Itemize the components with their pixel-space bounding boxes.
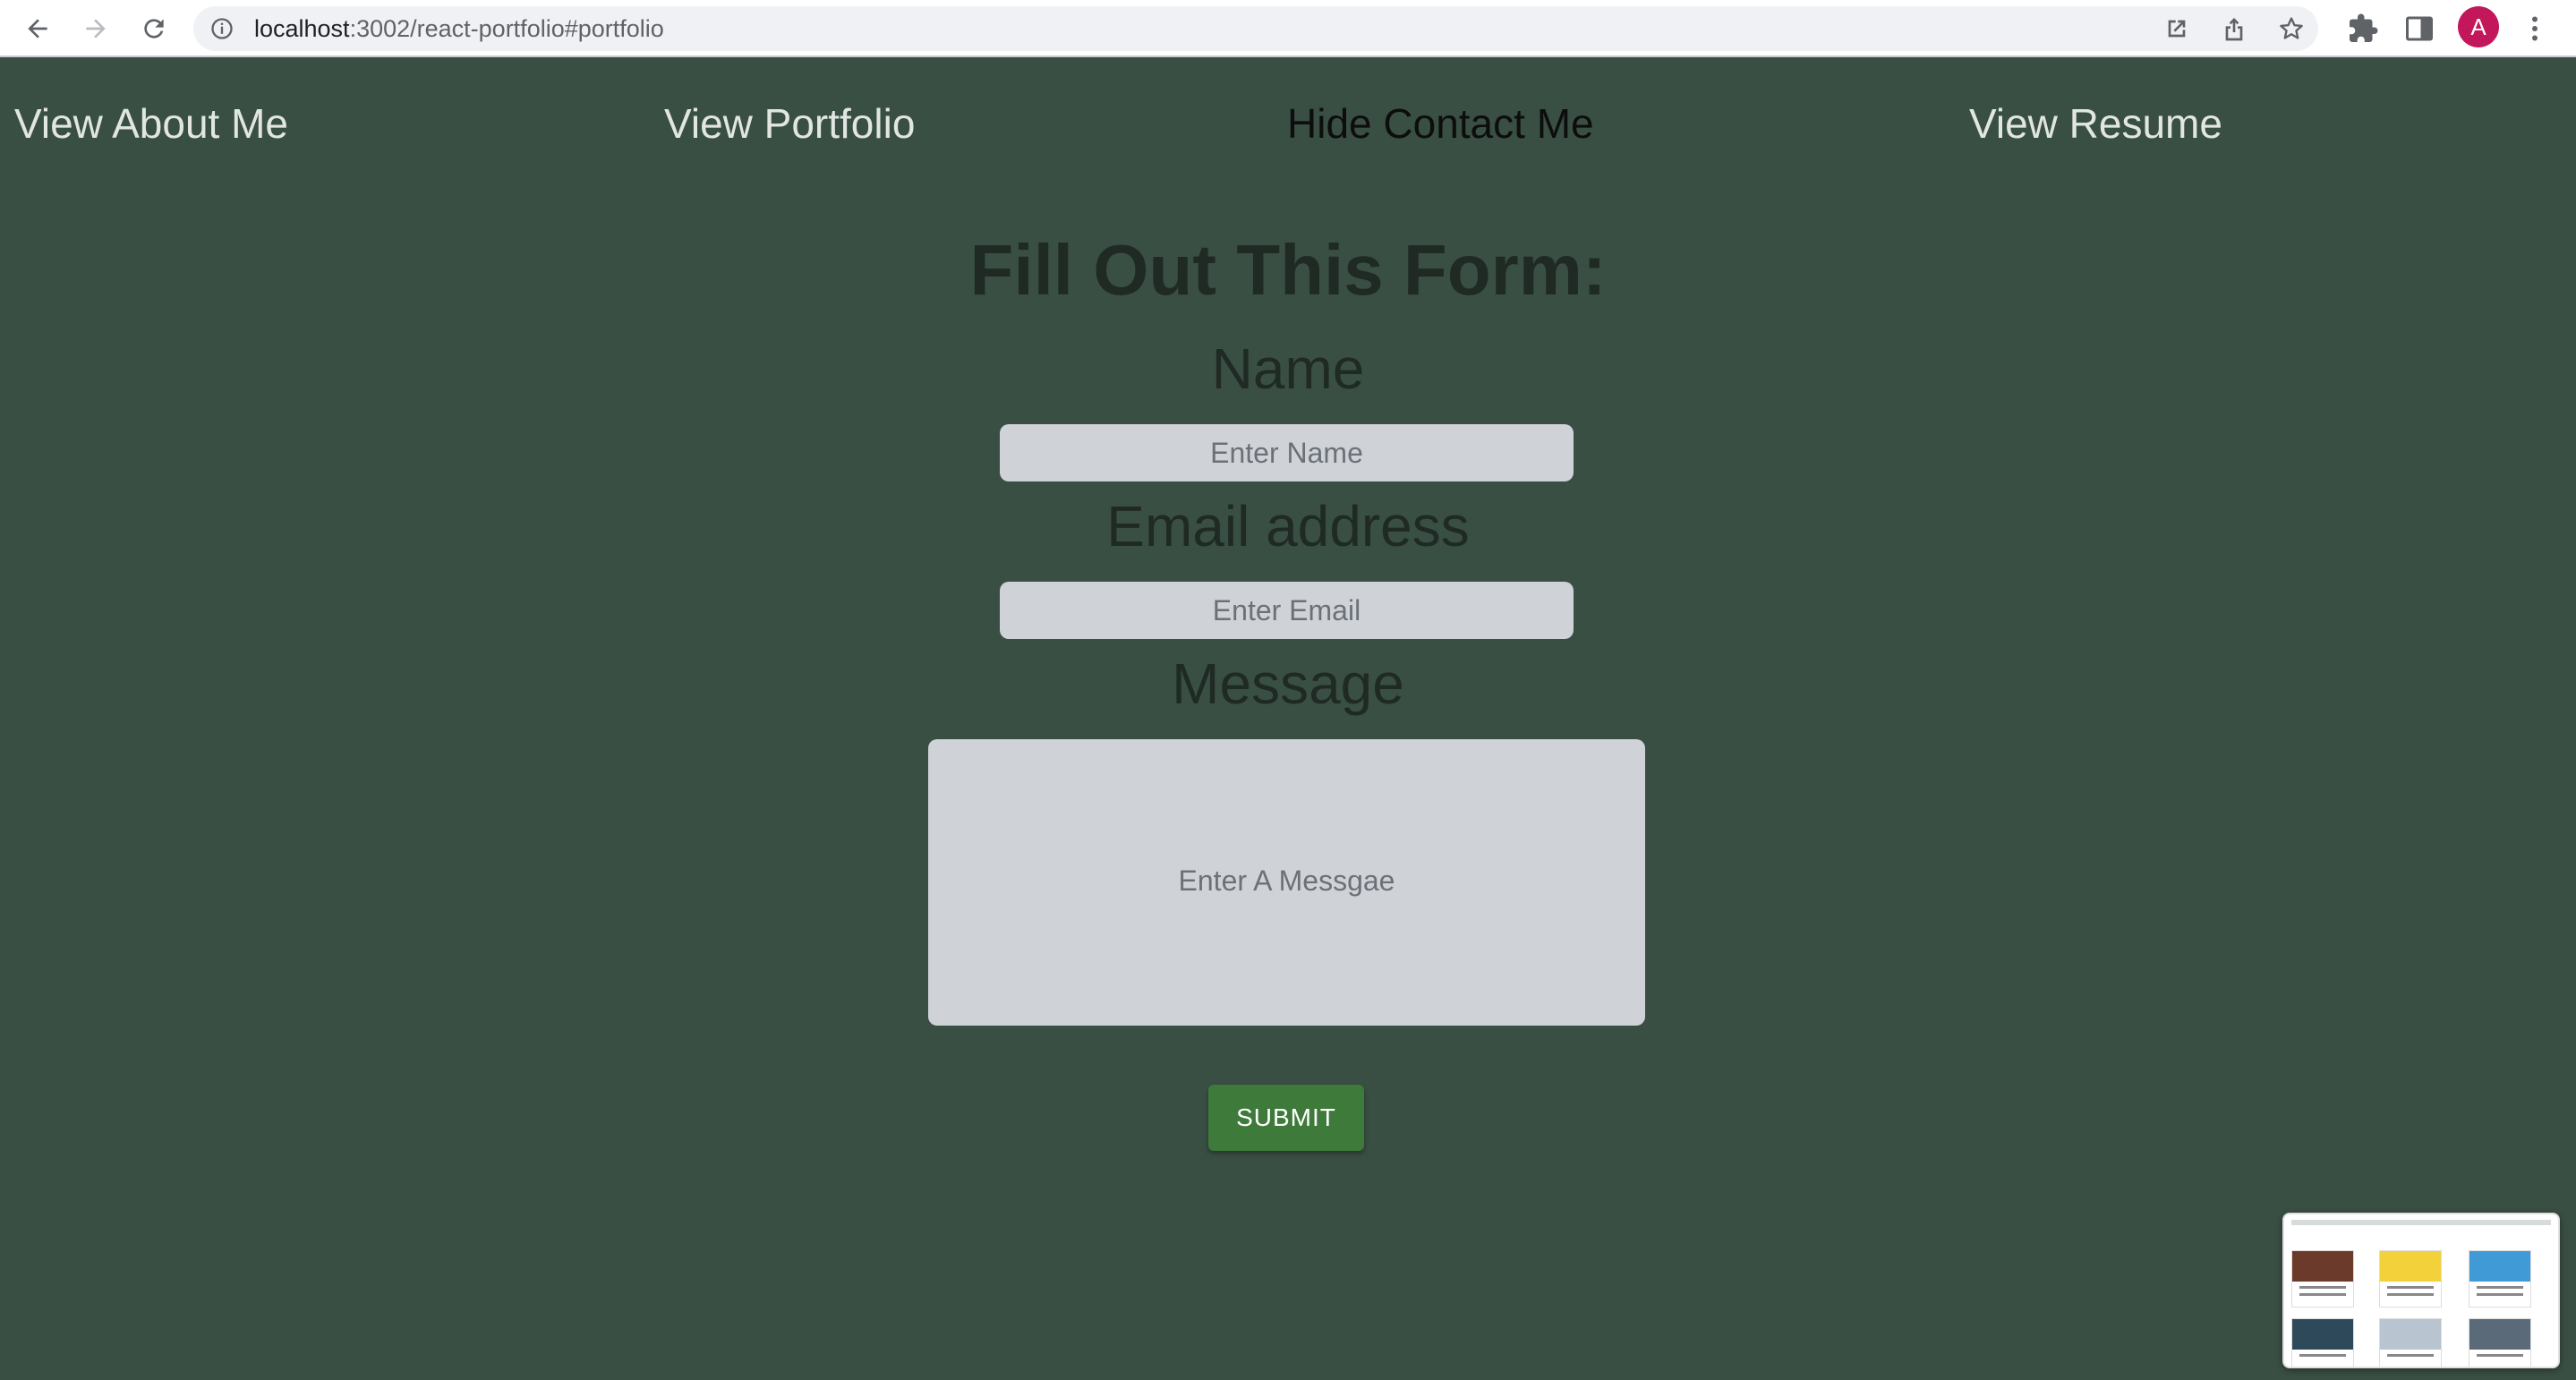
back-button[interactable] xyxy=(18,9,57,48)
sidebar-panel-icon[interactable] xyxy=(2403,13,2435,45)
thumbnail-card xyxy=(2469,1250,2531,1308)
name-label: Name xyxy=(1211,336,1365,401)
puzzle-extension-icon[interactable] xyxy=(2347,13,2379,45)
open-in-new-icon[interactable] xyxy=(2162,14,2191,43)
thumbnail-card xyxy=(2379,1318,2442,1367)
name-input[interactable] xyxy=(1000,424,1574,481)
nav-link-portfolio[interactable]: View Portfolio xyxy=(664,97,915,150)
url-text[interactable]: localhost:3002/react-portfolio#portfolio xyxy=(254,6,664,51)
back-arrow-icon xyxy=(28,19,47,38)
message-textarea[interactable] xyxy=(928,739,1645,1026)
share-icon[interactable] xyxy=(2220,14,2248,43)
url-path: :3002/react-portfolio#portfolio xyxy=(349,15,664,42)
star-icon[interactable] xyxy=(2277,14,2306,43)
page-preview-thumbnail[interactable] xyxy=(2282,1213,2560,1368)
thumbnail-card xyxy=(2291,1250,2354,1308)
thumbnail-nav xyxy=(2291,1227,2551,1236)
reload-button[interactable] xyxy=(134,9,174,48)
url-host: localhost xyxy=(254,15,350,42)
forward-button[interactable] xyxy=(76,9,115,48)
info-icon[interactable] xyxy=(209,16,235,41)
email-label: Email address xyxy=(1106,494,1470,558)
page-content: View About Me View Portfolio Hide Contac… xyxy=(0,57,2576,1380)
more-vert-icon[interactable] xyxy=(2519,13,2551,45)
thumbnail-card xyxy=(2291,1318,2354,1367)
message-label: Message xyxy=(1172,652,1404,716)
profile-avatar[interactable]: A xyxy=(2458,6,2499,47)
address-bar[interactable]: localhost:3002/react-portfolio#portfolio xyxy=(193,6,2318,51)
thumbnail-card xyxy=(2379,1250,2442,1308)
form-title: Fill Out This Form: xyxy=(969,230,1607,310)
submit-button[interactable]: SUBMIT xyxy=(1208,1085,1364,1151)
nav-link-resume[interactable]: View Resume xyxy=(1969,97,2222,150)
nav-link-about[interactable]: View About Me xyxy=(14,97,288,150)
reload-icon xyxy=(144,19,164,38)
nav-link-contact[interactable]: Hide Contact Me xyxy=(1287,97,1594,150)
thumbnail-toolbar xyxy=(2291,1220,2551,1225)
browser-toolbar: localhost:3002/react-portfolio#portfolio… xyxy=(0,0,2576,57)
thumbnail-card xyxy=(2469,1318,2531,1367)
email-input[interactable] xyxy=(1000,582,1574,639)
forward-arrow-icon xyxy=(86,19,106,38)
